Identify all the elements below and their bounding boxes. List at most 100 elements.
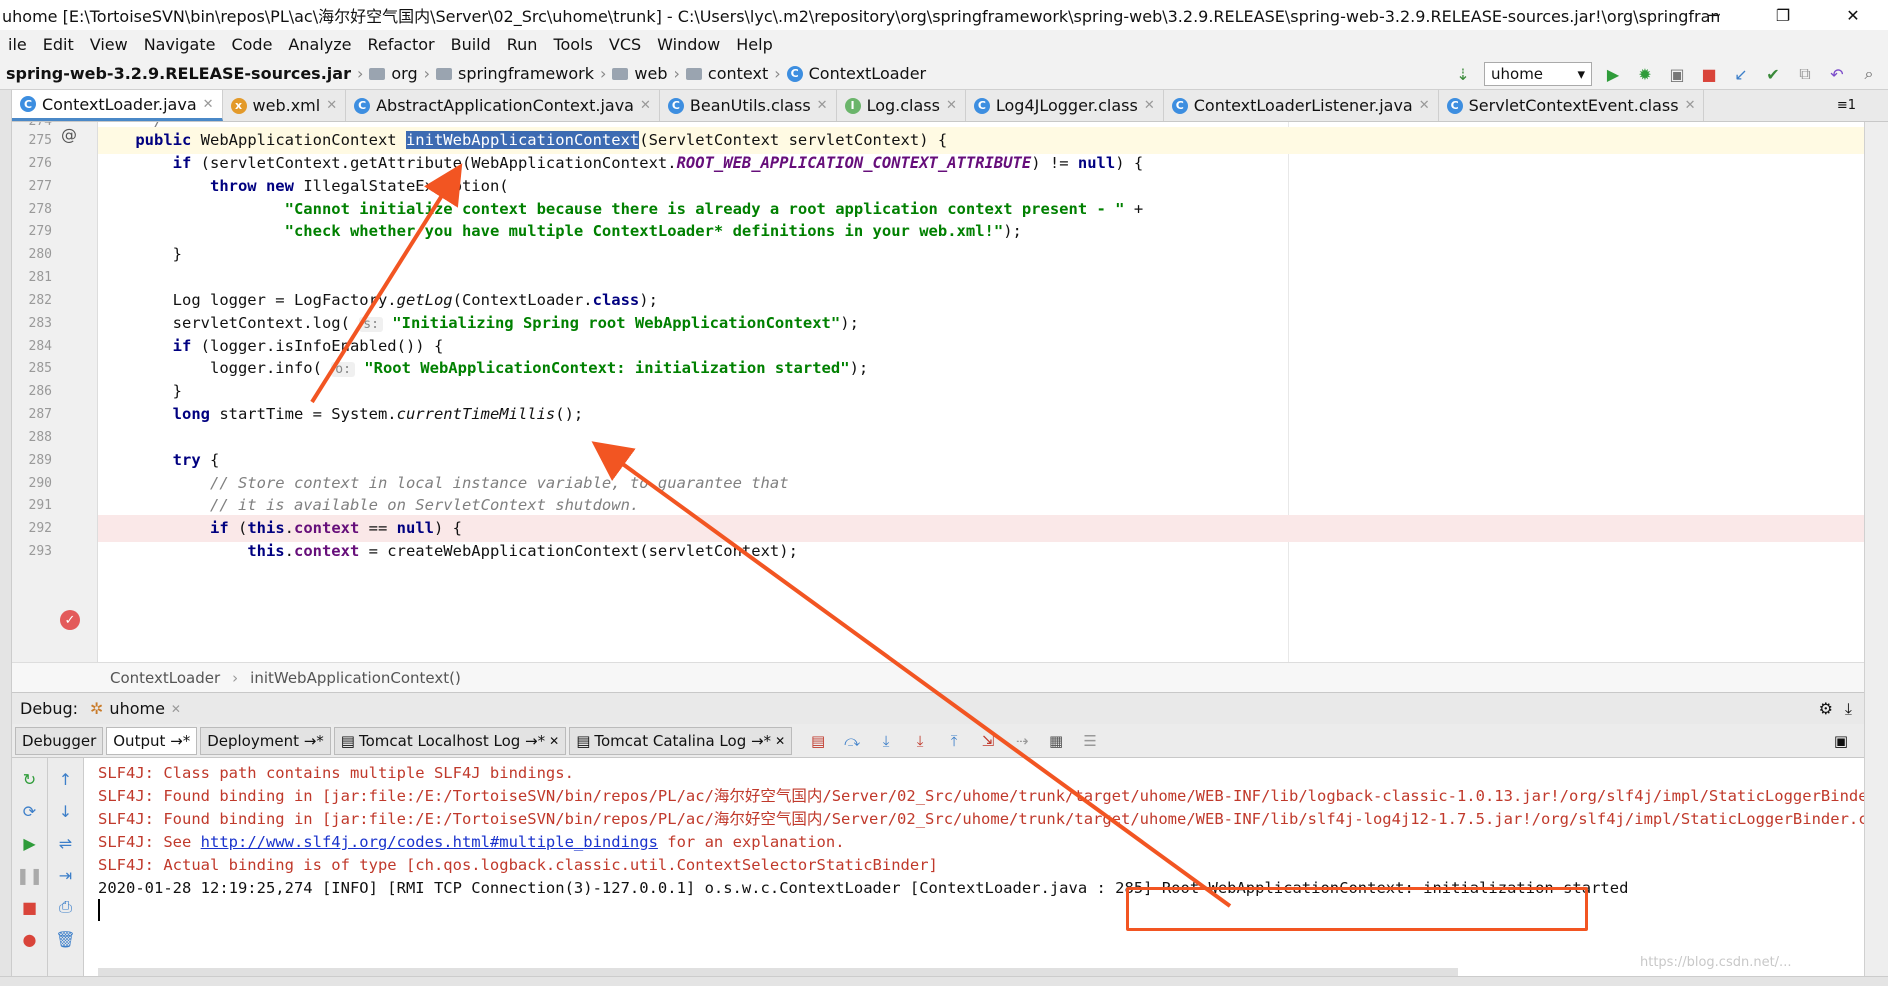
selected-method-name[interactable]: initWebApplicationContext	[405, 131, 640, 149]
step-into-icon[interactable]: ⤓	[876, 731, 896, 751]
close-icon[interactable]: ✕	[326, 98, 337, 113]
vcs-compare-icon[interactable]: ⧉	[1794, 63, 1816, 85]
tab-deployment[interactable]: Deployment →*	[200, 726, 331, 755]
stop-icon[interactable]: ■	[19, 896, 41, 918]
vcs-update-icon[interactable]: ↙	[1730, 63, 1752, 85]
line-number: 293	[28, 544, 52, 559]
view-breakpoints-icon[interactable]: ●	[19, 928, 41, 950]
breadcrumb-method[interactable]: initWebApplicationContext()	[250, 669, 461, 687]
menu-bar: ile Edit View Navigate Code Analyze Refa…	[0, 30, 1888, 58]
trash-icon[interactable]: 🗑	[55, 928, 77, 950]
debug-session-tab[interactable]: ✲ uhome ✕	[90, 699, 181, 718]
close-icon[interactable]: ✕	[817, 98, 828, 113]
menu-vcs[interactable]: VCS	[601, 35, 649, 54]
gear-icon[interactable]: ⚙	[1819, 699, 1833, 718]
close-icon[interactable]: ✕	[203, 97, 214, 112]
hide-panel-icon[interactable]: ⤓	[1845, 699, 1852, 719]
soft-wrap-icon[interactable]: ⇌	[55, 832, 77, 854]
run-icon[interactable]: ▶	[1602, 63, 1624, 85]
tab-contextloaderlistener[interactable]: C ContextLoaderListener.java ✕	[1164, 90, 1439, 121]
menu-tools[interactable]: Tools	[545, 35, 600, 54]
down-arrow-icon[interactable]: ↓	[55, 800, 77, 822]
menu-file[interactable]: ile	[0, 35, 35, 54]
menu-edit[interactable]: Edit	[35, 35, 82, 54]
tab-contextloader-java[interactable]: C ContextLoader.java ✕	[12, 90, 223, 121]
nav-crumb-context[interactable]: context	[708, 64, 768, 83]
code-editor[interactable]: 274 275 276 277 278 279 280 281 282 283 …	[12, 122, 1864, 662]
debug-icon[interactable]: ✹	[1634, 63, 1656, 85]
nav-crumb-contextloader[interactable]: ContextLoader	[809, 64, 926, 83]
vcs-commit-icon[interactable]: ✔	[1762, 63, 1784, 85]
restore-layout-icon[interactable]: ▣	[1834, 732, 1848, 750]
nav-jar[interactable]: spring-web-3.2.9.RELEASE-sources.jar	[6, 64, 351, 83]
show-execution-point-icon[interactable]: ▤	[808, 731, 828, 751]
debug-session-label: uhome	[109, 699, 165, 718]
breadcrumb-class[interactable]: ContextLoader	[110, 669, 220, 687]
vcs-revert-icon[interactable]: ↶	[1826, 63, 1848, 85]
nav-crumb-org[interactable]: org	[391, 64, 417, 83]
menu-code[interactable]: Code	[223, 35, 280, 54]
console-see-suffix: for an explanation.	[657, 833, 845, 851]
tomcat-icon: ✲	[90, 699, 104, 718]
menu-help[interactable]: Help	[728, 35, 780, 54]
scroll-to-end-icon[interactable]: ⇥	[55, 864, 77, 886]
console-output[interactable]: SLF4J: Class path contains multiple SLF4…	[84, 758, 1864, 986]
tab-debugger[interactable]: Debugger	[15, 726, 104, 755]
nav-crumb-springframework[interactable]: springframework	[458, 64, 594, 83]
drop-frame-icon[interactable]: ⇲	[978, 731, 998, 751]
close-icon[interactable]: ✕	[775, 734, 785, 748]
coverage-icon[interactable]: ▣	[1666, 63, 1688, 85]
class-icon: C	[20, 96, 36, 112]
trace-icon[interactable]: ☰	[1080, 731, 1100, 751]
menu-run[interactable]: Run	[499, 35, 546, 54]
stop-icon[interactable]: ■	[1698, 63, 1720, 85]
editor-gutter[interactable]: 274 275 276 277 278 279 280 281 282 283 …	[12, 122, 98, 662]
force-step-into-icon[interactable]: ⤓	[910, 731, 930, 751]
close-window-button[interactable]: ✕	[1818, 0, 1888, 30]
tab-abstractapplicationcontext[interactable]: C AbstractApplicationContext.java ✕	[346, 90, 660, 121]
run-config-select[interactable]: uhome ▾	[1484, 62, 1592, 86]
maximize-button[interactable]: ❐	[1748, 0, 1818, 30]
tab-output[interactable]: Output →*	[106, 726, 198, 755]
update-app-icon[interactable]: ⟳	[19, 800, 41, 822]
close-icon[interactable]: ✕	[946, 98, 957, 113]
up-arrow-icon[interactable]: ↑	[55, 768, 77, 790]
menu-refactor[interactable]: Refactor	[359, 35, 442, 54]
tab-log-class[interactable]: I Log.class ✕	[837, 90, 966, 121]
close-icon[interactable]: ✕	[1685, 98, 1696, 113]
tab-beanutils-class[interactable]: C BeanUtils.class ✕	[660, 90, 837, 121]
search-icon[interactable]: ⌕	[1858, 63, 1880, 85]
menu-build[interactable]: Build	[443, 35, 499, 54]
pause-icon[interactable]: ❚❚	[16, 864, 43, 886]
tab-tomcat-localhost-log[interactable]: ▤ Tomcat Localhost Log →* ✕	[333, 726, 567, 755]
close-icon[interactable]: ✕	[549, 734, 559, 748]
tab-tomcat-catalina-log[interactable]: ▤ Tomcat Catalina Log →* ✕	[569, 726, 793, 755]
code-area[interactable]: */ public WebApplicationContext initWebA…	[98, 122, 1864, 662]
breakpoint-icon[interactable]: ✓	[60, 610, 80, 630]
close-icon[interactable]: ✕	[1419, 98, 1430, 113]
tab-web-xml[interactable]: x web.xml ✕	[223, 90, 347, 121]
tab-servletcontextevent[interactable]: C ServletContextEvent.class ✕	[1439, 90, 1705, 121]
print-icon[interactable]: ⎙	[55, 896, 77, 918]
rerun-icon[interactable]: ↻	[19, 768, 41, 790]
minimize-button[interactable]: ─	[1678, 0, 1748, 30]
step-over-icon[interactable]: ⤼	[842, 731, 862, 751]
close-icon[interactable]: ✕	[640, 98, 651, 113]
step-out-icon[interactable]: ⤒	[944, 731, 964, 751]
menu-navigate[interactable]: Navigate	[136, 35, 224, 54]
resume-icon[interactable]: ▶	[19, 832, 41, 854]
run-to-cursor-icon[interactable]: ⇢	[1012, 731, 1032, 751]
slf4j-docs-link[interactable]: http://www.slf4j.org/codes.html#multiple…	[201, 833, 658, 851]
close-icon[interactable]: ✕	[1144, 98, 1155, 113]
class-icon: C	[667, 97, 684, 114]
menu-window[interactable]: Window	[649, 35, 728, 54]
close-icon[interactable]: ✕	[171, 702, 181, 716]
evaluate-expression-icon[interactable]: ▦	[1046, 731, 1066, 751]
menu-view[interactable]: View	[82, 35, 136, 54]
tab-log4jlogger-class[interactable]: C Log4JLogger.class ✕	[966, 90, 1164, 121]
build-icon[interactable]: ⇣	[1452, 63, 1474, 85]
menu-analyze[interactable]: Analyze	[280, 35, 359, 54]
tabs-overflow-menu[interactable]: ≡1	[1829, 90, 1864, 121]
nav-crumb-web[interactable]: web	[634, 64, 667, 83]
override-marker-icon[interactable]: @	[61, 125, 77, 144]
